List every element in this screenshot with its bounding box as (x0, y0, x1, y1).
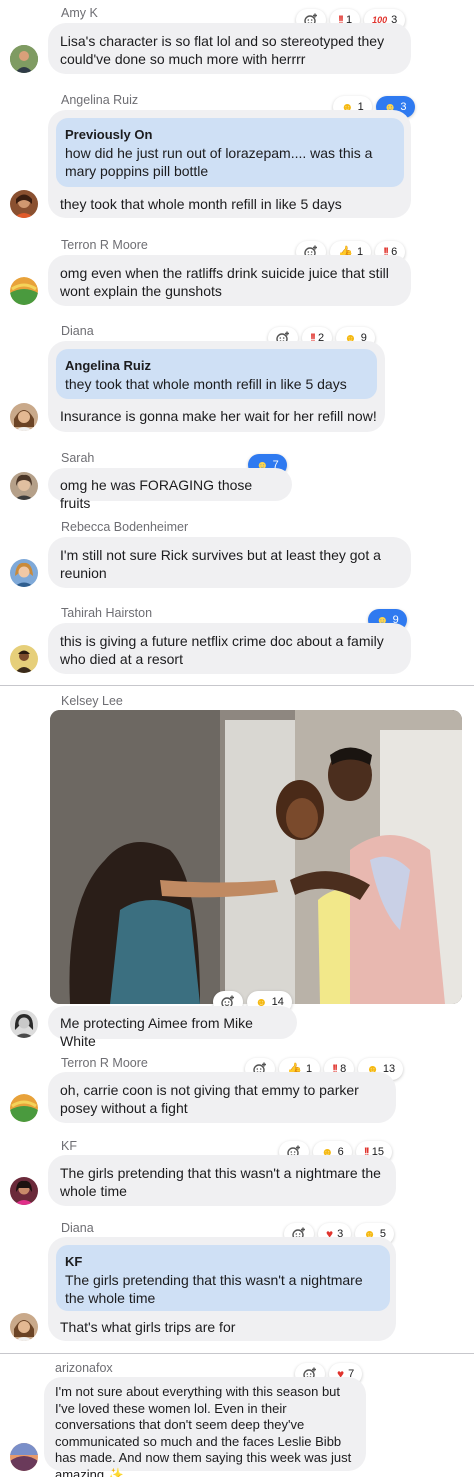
quoted-text: how did he just run out of lorazepam....… (65, 145, 373, 179)
avatar[interactable] (10, 1443, 38, 1471)
avatar[interactable] (10, 1010, 38, 1038)
message-text: The girls pretending that this wasn't a … (60, 1165, 381, 1199)
message-text: I'm still not sure Rick survives but at … (60, 547, 381, 581)
section-divider (0, 685, 474, 686)
author-name: Angelina Ruiz (61, 93, 139, 107)
attached-photo[interactable] (50, 710, 462, 1004)
avatar[interactable] (10, 1177, 38, 1205)
message-text-body: I'm not sure about everything with this … (55, 1384, 352, 1477)
quoted-reply[interactable]: KF The girls pretending that this wasn't… (56, 1245, 390, 1311)
quoted-reply[interactable]: Angelina Ruiz they took that whole month… (56, 349, 377, 399)
quoted-text: they took that whole month refill in lik… (65, 376, 347, 392)
message-bubble[interactable]: I'm not sure about everything with this … (44, 1377, 366, 1477)
author-name: Diana (61, 324, 94, 338)
author-name: Sarah (61, 451, 95, 465)
quoted-reply[interactable]: Previously On how did he just run out of… (56, 118, 404, 187)
message-text: omg he was FORAGING those fruits (60, 477, 253, 511)
author-name: Rebecca Bodenheimer (61, 520, 189, 534)
quoted-author: KF (65, 1254, 83, 1269)
avatar[interactable] (10, 277, 38, 305)
avatar[interactable] (10, 190, 38, 218)
message-bubble[interactable]: The girls pretending that this wasn't a … (48, 1155, 396, 1206)
avatar[interactable] (10, 559, 38, 587)
photo-image (50, 710, 462, 1004)
avatar[interactable] (10, 1313, 38, 1341)
author-name: Diana (61, 1221, 94, 1235)
message-text: Insurance is gonna make her wait for her… (60, 408, 377, 424)
avatar[interactable] (10, 403, 38, 431)
author-name: arizonafox (55, 1361, 113, 1375)
quoted-text: The girls pretending that this wasn't a … (65, 1272, 363, 1306)
author-name: Tahirah Hairston (61, 606, 153, 620)
message-bubble[interactable]: Lisa's character is so flat lol and so s… (48, 23, 411, 74)
message-text: oh, carrie coon is not giving that emmy … (60, 1082, 359, 1116)
message-text: this is giving a future netflix crime do… (60, 633, 384, 667)
message-bubble[interactable]: this is giving a future netflix crime do… (48, 623, 411, 674)
message-bubble[interactable]: Angelina Ruiz they took that whole month… (48, 341, 385, 432)
message-text: That's what girls trips are for (60, 1319, 236, 1335)
message-bubble[interactable]: oh, carrie coon is not giving that emmy … (48, 1072, 396, 1123)
avatar[interactable] (10, 645, 38, 673)
section-divider (0, 1353, 474, 1354)
quoted-author: Previously On (65, 127, 153, 142)
message-bubble[interactable]: omg even when the ratliffs drink suicide… (48, 255, 411, 306)
message-bubble[interactable]: Previously On how did he just run out of… (48, 110, 411, 218)
author-name: Terron R Moore (61, 238, 148, 252)
message-bubble[interactable]: Me protecting Aimee from Mike White (48, 1006, 297, 1049)
author-name: Terron R Moore (61, 1056, 148, 1070)
avatar[interactable] (10, 45, 38, 73)
message-text: I'm not sure about everything with this … (55, 1384, 361, 1477)
message-text: Lisa's character is so flat lol and so s… (60, 33, 385, 67)
avatar[interactable] (10, 472, 38, 500)
message-text: they took that whole month refill in lik… (60, 196, 342, 212)
author-name: Kelsey Lee (61, 694, 123, 708)
quoted-author: Angelina Ruiz (65, 358, 151, 373)
message-bubble[interactable]: I'm still not sure Rick survives but at … (48, 537, 411, 588)
sparkles-icon: ✨ (107, 1466, 124, 1477)
author-name: Amy K (61, 6, 98, 20)
author-name: KF (61, 1139, 77, 1153)
avatar[interactable] (10, 1094, 38, 1122)
message-bubble[interactable]: KF The girls pretending that this wasn't… (48, 1237, 396, 1341)
message-text: Me protecting Aimee from Mike White (60, 1015, 253, 1049)
message-text: omg even when the ratliffs drink suicide… (60, 265, 389, 299)
message-bubble[interactable]: omg he was FORAGING those fruits (48, 468, 292, 511)
